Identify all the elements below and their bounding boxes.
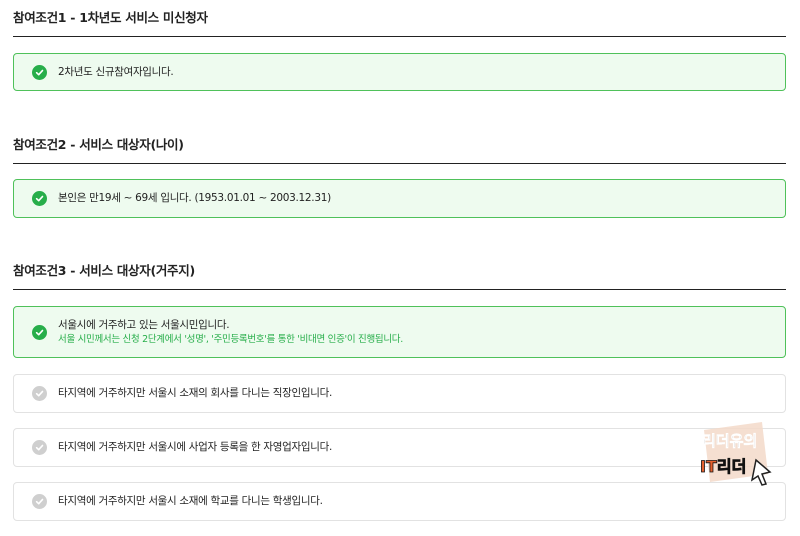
check-circle-icon bbox=[32, 64, 47, 80]
check-circle-icon bbox=[32, 191, 47, 206]
option-text-group: 서울시에 거주하고 있는 서울시민입니다. 서울 시민께서는 신청 2단계에서 … bbox=[58, 318, 403, 347]
watermark-line1: 리더유의 bbox=[702, 432, 757, 450]
option-seoul-business-owner[interactable]: 타지역에 거주하지만 서울시에 사업자 등록을 한 자영업자입니다. bbox=[13, 428, 786, 467]
option-label: 타지역에 거주하지만 서울시 소재의 회사를 다니는 직장인입니다. bbox=[58, 387, 332, 399]
condition-2-title: 참여조건2 - 서비스 대상자(나이) bbox=[13, 137, 786, 164]
option-sublabel: 서울 시민께서는 신청 2단계에서 '성명', '주민등록번호'를 통한 '비대… bbox=[58, 333, 403, 345]
condition-2-section: 참여조건2 - 서비스 대상자(나이) bbox=[13, 137, 786, 164]
condition-3-section: 참여조건3 - 서비스 대상자(거주지) bbox=[13, 263, 786, 290]
option-label: 타지역에 거주하지만 서울시 소재에 학교를 다니는 학생입니다. bbox=[58, 495, 323, 507]
option-age-eligible[interactable]: 본인은 만19세 ~ 69세 입니다. (1953.01.01 ~ 2003.1… bbox=[13, 179, 786, 218]
option-label: 타지역에 거주하지만 서울시에 사업자 등록을 한 자영업자입니다. bbox=[58, 441, 332, 453]
condition-3-title: 참여조건3 - 서비스 대상자(거주지) bbox=[13, 263, 786, 290]
condition-1-section: 참여조건1 - 1차년도 서비스 미신청자 bbox=[13, 10, 786, 37]
watermark-logo-graphic: 리더유의 IT리더 bbox=[700, 422, 772, 486]
watermark-logo: 리더유의 IT리더 bbox=[696, 418, 774, 488]
check-circle-icon bbox=[32, 494, 47, 509]
option-seoul-student[interactable]: 타지역에 거주하지만 서울시 소재에 학교를 다니는 학생입니다. bbox=[13, 482, 786, 521]
option-new-participant[interactable]: 2차년도 신규참여자입니다. bbox=[13, 53, 786, 91]
check-circle-icon bbox=[32, 440, 47, 455]
watermark-line2: IT리더 bbox=[700, 457, 746, 476]
option-label: 2차년도 신규참여자입니다. bbox=[58, 65, 174, 78]
check-circle-icon bbox=[32, 386, 47, 401]
check-circle-icon bbox=[32, 324, 47, 340]
option-label: 본인은 만19세 ~ 69세 입니다. (1953.01.01 ~ 2003.1… bbox=[58, 192, 331, 204]
option-seoul-resident[interactable]: 서울시에 거주하고 있는 서울시민입니다. 서울 시민께서는 신청 2단계에서 … bbox=[13, 306, 786, 358]
option-seoul-office-worker[interactable]: 타지역에 거주하지만 서울시 소재의 회사를 다니는 직장인입니다. bbox=[13, 374, 786, 413]
condition-1-title: 참여조건1 - 1차년도 서비스 미신청자 bbox=[13, 10, 786, 37]
option-label: 서울시에 거주하고 있는 서울시민입니다. bbox=[58, 318, 230, 331]
